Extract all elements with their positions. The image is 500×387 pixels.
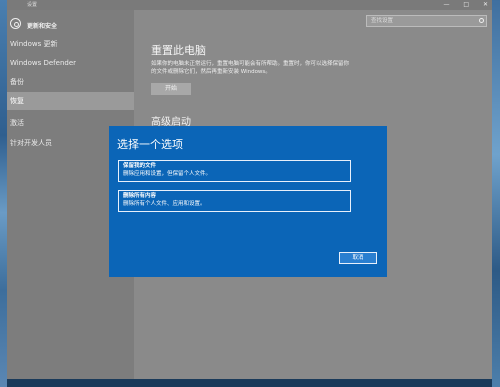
close-button[interactable]: ✕ — [483, 1, 488, 8]
option-title: 保留我的文件 — [123, 163, 157, 169]
option-title: 删除所有内容 — [123, 193, 157, 199]
sidebar-item-recovery[interactable]: 恢复 — [7, 92, 134, 110]
minimize-button[interactable]: — — [443, 1, 449, 8]
reset-pc-title: 重置此电脑 — [151, 44, 206, 57]
keep-files-option[interactable]: 保留我的文件 删除应用和设置，但保留个人文件。 — [118, 160, 351, 182]
sidebar-header-title: 更新和安全 — [27, 23, 58, 30]
start-button[interactable]: 开始 — [151, 83, 191, 95]
option-description: 删除应用和设置，但保留个人文件。 — [123, 171, 212, 177]
remove-everything-option[interactable]: 删除所有内容 删除所有个人文件、应用和设置。 — [118, 190, 351, 212]
maximize-button[interactable]: □ — [463, 1, 469, 8]
gear-icon[interactable] — [10, 18, 21, 29]
sidebar-item-backup[interactable]: 备份 — [7, 73, 134, 91]
choose-option-dialog: 选择一个选项 保留我的文件 删除应用和设置，但保留个人文件。 删除所有内容 删除… — [109, 126, 387, 277]
sidebar-header: 更新和安全 — [7, 16, 134, 36]
sidebar-item-windows-update[interactable]: Windows 更新 — [7, 35, 134, 53]
option-description: 删除所有个人文件、应用和设置。 — [123, 201, 206, 207]
window-title: 设置 — [27, 2, 38, 8]
dialog-title: 选择一个选项 — [117, 138, 183, 151]
search-input[interactable]: 查找设置 — [366, 15, 487, 27]
sidebar-item-windows-defender[interactable]: Windows Defender — [7, 54, 134, 72]
reset-pc-description: 如果你的电脑未正常运行，重置电脑可能会有所帮助。重置时，你可以选择保留你的文件或… — [151, 61, 350, 75]
desktop-background-left — [0, 0, 7, 387]
cancel-button[interactable]: 取消 — [339, 252, 377, 264]
title-bar: 设置 — □ ✕ — [7, 0, 492, 10]
search-icon[interactable] — [479, 18, 484, 23]
window-controls: — □ ✕ — [431, 1, 488, 8]
desktop-background-right — [492, 0, 500, 387]
